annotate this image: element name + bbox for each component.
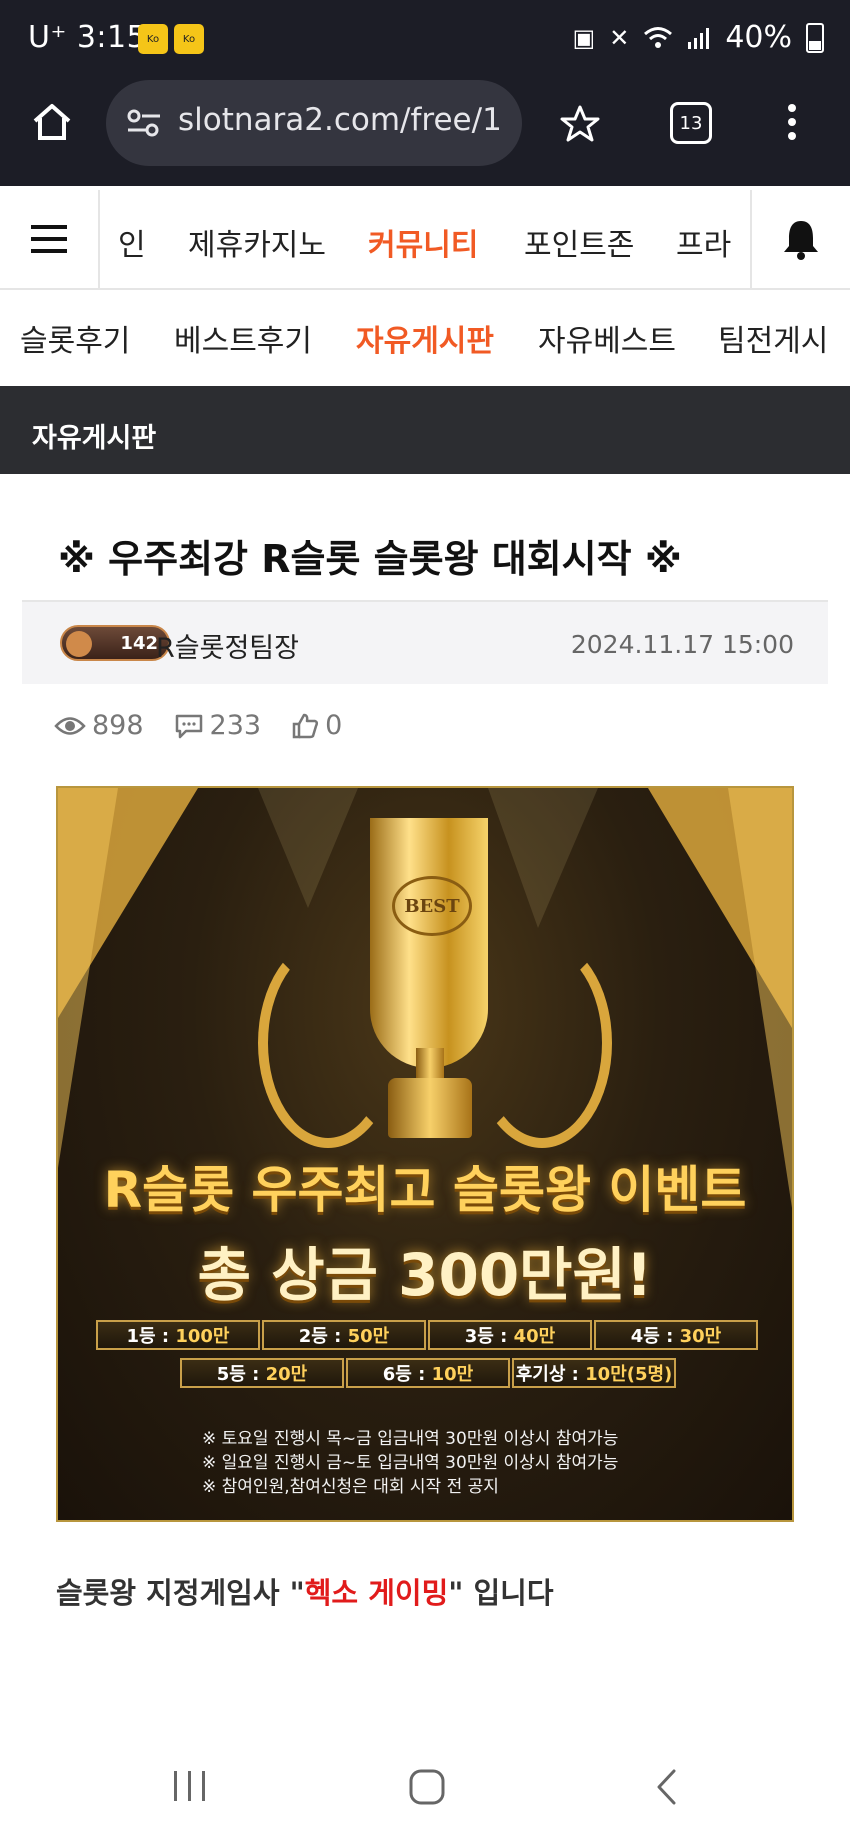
prize-5th: 5등 : 20만 [180,1358,344,1388]
sub-nav: 슬롯후기 베스트후기 자유게시판 자유베스트 팀전게시 [0,290,850,384]
nav-item-login[interactable]: 인 [118,220,146,264]
trophy-best-label: BEST [392,876,472,936]
battery-percent: 40% [725,20,792,55]
body-text-prefix: 슬롯왕 지정게임사 " [56,1576,305,1610]
prize-3rd: 3등 : 40만 [428,1320,592,1350]
views-count: 898 [92,710,144,741]
kakao-notification-icon: Ko [138,24,168,54]
main-nav: 인 제휴카지노 커뮤니티 포인트존 프라 [0,190,850,290]
mute-icon: ✕ [609,23,630,52]
url-text[interactable]: slotnara2.com/free/1 [178,102,514,138]
body-text-highlight: 헥소 게이밍 [304,1576,449,1610]
post-title: ※ 우주최강 R슬롯 슬롯왕 대회시작 ※ [58,537,682,581]
banner-subheadline: 총 상금 300만원! [197,1241,653,1309]
nfc-icon: ▣ [572,23,596,52]
author-name[interactable]: R슬롯정팀장 [156,626,299,665]
prize-6th: 6등 : 10만 [346,1358,510,1388]
post-body-text: 슬롯왕 지정게임사 "헥소 게이밍" 입니다 [56,1570,554,1612]
home-icon[interactable] [30,100,74,144]
subnav-free-board[interactable]: 자유게시판 [356,316,494,360]
subnav-team-board[interactable]: 팀전게시 [718,316,828,360]
trophy-base [388,1078,472,1138]
level-number: 142 [120,632,158,654]
prize-1st: 1등 : 100만 [96,1320,260,1350]
status-bar: U⁺ 3:15 Ko Ko ▣ ✕ 40% [0,0,850,80]
likes-count: 0 [325,710,343,741]
wifi-icon [644,26,673,48]
subnav-best-review[interactable]: 베스트후기 [174,316,312,360]
nav-item-point-zone[interactable]: 포인트존 [524,220,634,264]
prize-2nd: 2등 : 50만 [262,1320,426,1350]
likes-stat[interactable]: 0 [291,710,342,741]
post-meta: 142 R슬롯정팀장 2024.11.17 15:00 [22,602,828,684]
body-text-suffix: " 입니다 [448,1576,554,1610]
nav-item-free[interactable]: 프라 [676,220,731,264]
banner-note: ※ 참여인원,참여신청은 대회 시작 전 공지 [202,1477,499,1497]
back-icon[interactable] [654,1768,680,1806]
thumbs-up-icon [292,713,319,738]
banner-note: ※ 토요일 진행시 목~금 입금내역 30만원 이상시 참여가능 [202,1429,619,1449]
tab-switcher-button[interactable]: 13 [670,102,712,144]
level-gem-icon [66,631,92,657]
more-options-icon[interactable] [786,102,798,142]
battery-icon [806,22,824,53]
status-icons: ▣ ✕ 40% [573,20,824,55]
comments-count: 233 [209,710,262,741]
post-stats: 898 233 0 [54,710,342,741]
site-settings-icon[interactable] [126,108,162,138]
system-nav-bar [0,1742,850,1842]
bell-icon[interactable] [750,190,850,288]
nav-item-partner-casino[interactable]: 제휴카지노 [188,220,326,264]
level-badge: 142 [60,625,170,661]
recent-apps-icon[interactable] [172,1768,208,1804]
comment-icon [175,714,202,738]
post-date: 2024.11.17 15:00 [570,630,794,659]
nav-item-community[interactable]: 커뮤니티 [368,220,478,264]
laurel-right-icon [472,938,612,1148]
status-time: U⁺ 3:15 [28,20,147,55]
signal-icon [688,27,710,49]
address-bar[interactable]: slotnara2.com/free/1 [106,80,522,166]
subnav-slot-review[interactable]: 슬롯후기 [20,316,130,360]
board-header: 자유게시판 [0,386,850,474]
prize-review: 후기상 : 10만(5명) [512,1358,676,1388]
hamburger-menu-icon[interactable] [0,190,100,288]
views-stat: 898 [54,710,144,741]
board-name: 자유게시판 [32,423,157,454]
home-button-icon[interactable] [408,1768,446,1806]
trophy-icon [370,818,488,1068]
banner-note: ※ 일요일 진행시 금~토 입금내역 30만원 이상시 참여가능 [202,1453,619,1473]
subnav-free-best[interactable]: 자유베스트 [538,316,676,360]
event-banner-image: BEST R슬롯 우주최고 슬롯왕 이벤트 총 상금 300만원! 1등 : 1… [56,786,794,1522]
kakao-notification-icon: Ko [174,24,204,54]
banner-headline: R슬롯 우주최고 슬롯왕 이벤트 [103,1161,747,1219]
prize-4th: 4등 : 30만 [594,1320,758,1350]
comments-stat[interactable]: 233 [174,710,262,741]
bookmark-star-icon[interactable] [560,104,600,144]
eye-icon [54,716,86,735]
